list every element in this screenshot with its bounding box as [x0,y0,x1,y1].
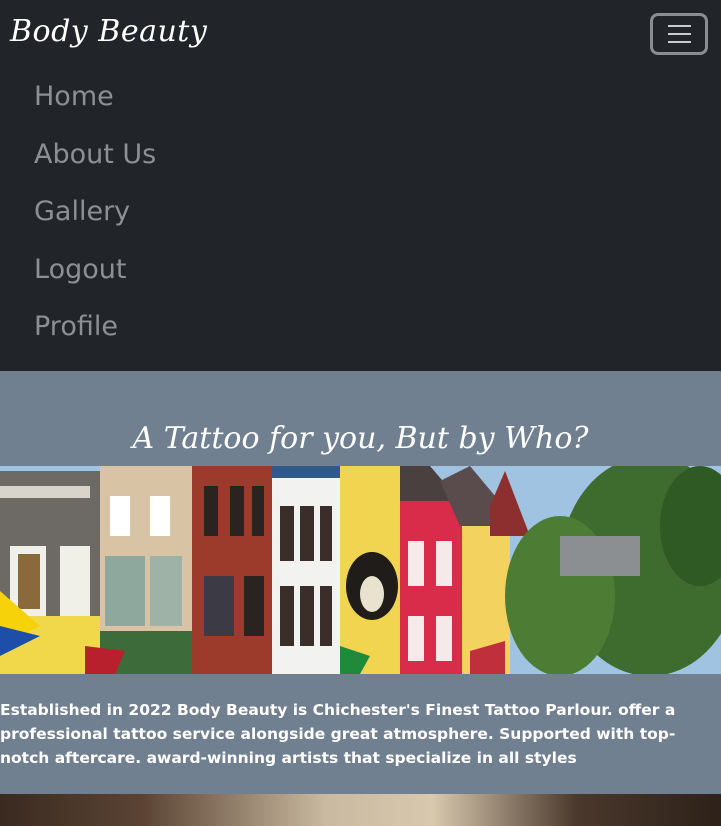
nav-item-logout[interactable]: Logout [34,251,156,309]
nav-menu: Home About Us Gallery Logout Profile [34,78,156,366]
nav-item-about-us[interactable]: About Us [34,136,156,194]
menu-toggle-button[interactable] [650,13,708,55]
hero-section: A Tattoo for you, But by Who? Establishe… [0,371,721,794]
nav-item-profile[interactable]: Profile [34,308,156,366]
navbar: Body Beauty Home About Us Gallery Logout… [0,0,721,371]
intro-paragraph: Established in 2022 Body Beauty is Chich… [0,701,676,767]
nav-item-gallery[interactable]: Gallery [34,193,156,251]
brand-logo[interactable]: Body Beauty [10,14,207,49]
nav-item-home[interactable]: Home [34,78,156,136]
featured-photo [0,794,721,826]
hero-title: A Tattoo for you, But by Who? [132,421,589,456]
hamburger-icon [668,25,691,27]
street-photo [0,466,721,674]
